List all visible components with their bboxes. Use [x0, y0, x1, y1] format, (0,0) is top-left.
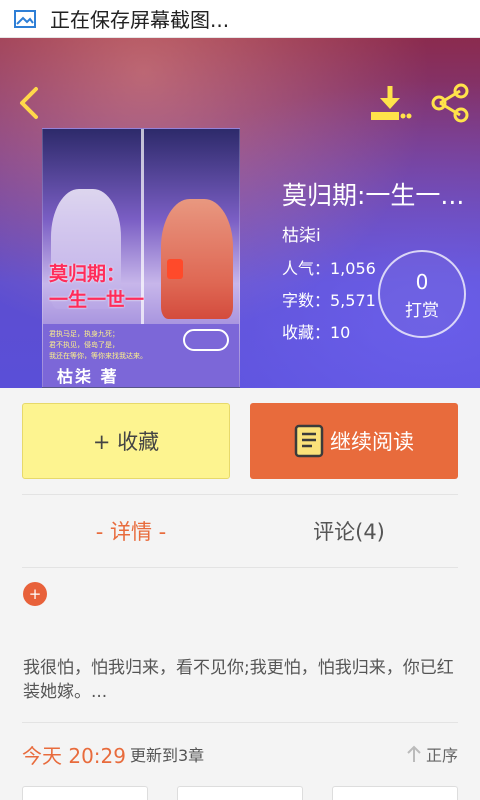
reward-label: 打赏: [405, 301, 439, 321]
book-cover[interactable]: 莫归期： 一生一世一 君执马足，执身九死； 君不执见，侵岛了是， 我还在等你，等…: [42, 128, 240, 388]
chevron-left-icon[interactable]: [14, 86, 44, 120]
book-author[interactable]: 枯柒i: [282, 221, 321, 246]
reward-button[interactable]: 0 打赏: [378, 250, 466, 338]
book-description: 我很怕，怕我归来，看不见你;我更怕，怕我归来，你已红装她嫁。...: [23, 658, 454, 702]
book-icon: [294, 424, 324, 458]
status-text: 正在保存屏幕截图...: [50, 8, 230, 32]
cover-lantern: [167, 259, 183, 279]
update-row[interactable]: 今天 20:29 更新到3章 正序: [22, 734, 458, 774]
chapter-item[interactable]: [22, 786, 148, 800]
add-favorite-label: + 收藏: [92, 430, 160, 454]
cover-title-art: 莫归期： 一生一世一: [49, 263, 145, 311]
chapter-item[interactable]: [177, 786, 303, 800]
update-text: 更新到3章: [130, 746, 205, 765]
add-favorite-button[interactable]: + 收藏: [22, 403, 230, 479]
sort-order-label: 正序: [425, 746, 458, 765]
favorites-stat: 收藏：10: [282, 323, 351, 342]
sort-order-button[interactable]: 正序: [406, 742, 458, 766]
arrow-up-icon: [407, 745, 421, 762]
word-count-stat: 字数：5,571: [282, 291, 376, 310]
tab-comments[interactable]: 评论(4): [240, 495, 458, 567]
continue-reading-label: 继续阅读: [330, 430, 414, 454]
chapter-item[interactable]: [332, 786, 458, 800]
cover-author: 枯柒 著: [57, 367, 119, 386]
update-time: 今天 20:29: [22, 743, 126, 768]
book-title: 莫归期:一生一...: [282, 181, 465, 210]
divider: [22, 567, 458, 568]
divider: [22, 722, 458, 723]
share-icon[interactable]: [428, 82, 472, 124]
cloud-icon: [183, 329, 229, 351]
image-icon: [14, 9, 36, 28]
reward-count: 0: [415, 270, 429, 294]
continue-reading-button[interactable]: 继续阅读: [250, 403, 458, 479]
expand-button[interactable]: +: [23, 582, 47, 606]
cover-poem: 君执马足，执身九死； 君不执见，侵岛了是， 我还在等你，等你来找我达来。: [49, 330, 147, 360]
tab-details[interactable]: - 详情 -: [22, 495, 240, 567]
download-icon[interactable]: [368, 82, 412, 124]
popularity-stat: 人气：1,056: [282, 259, 376, 278]
status-bar: 正在保存屏幕截图...: [0, 0, 480, 38]
book-header: 莫归期： 一生一世一 君执马足，执身九死； 君不执见，侵岛了是， 我还在等你，等…: [0, 38, 480, 388]
